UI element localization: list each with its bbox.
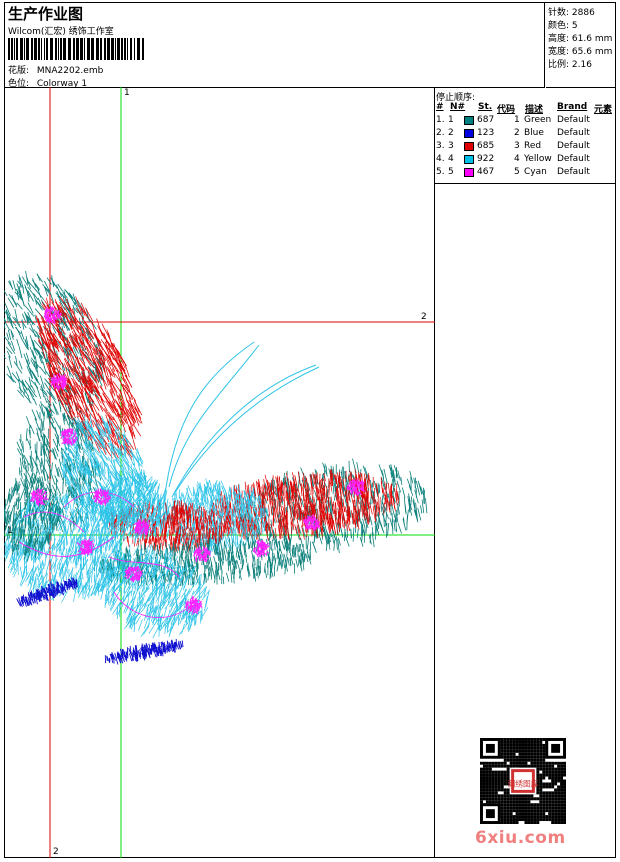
barcode-icon (8, 38, 144, 60)
row-code: 4 (514, 154, 520, 164)
col-st: St. (478, 102, 492, 112)
row-stitches: 922 (477, 154, 494, 164)
row-description: Yellow (524, 154, 552, 164)
stat-stitches: 针数: 2886 (548, 5, 595, 18)
page-title: 生产作业图 (8, 3, 83, 24)
row-stitches: 687 (477, 115, 494, 125)
col-hash: # (436, 102, 444, 112)
row-stitches: 685 (477, 141, 494, 151)
axis-label-red-bottom: 2 (53, 847, 59, 857)
col-n: N# (450, 102, 465, 112)
design-label: 花版: (8, 63, 34, 76)
row-description: Cyan (524, 167, 547, 177)
qr-code-icon: 刺绣图库 (480, 738, 566, 824)
qr-stamp-text: 刺绣图库 (508, 778, 539, 788)
stats-panel: 针数: 2886 颜色: 5 高度: 61.6 mm 宽度: 65.6 mm 比… (546, 2, 616, 88)
row-needle: 4 (448, 154, 454, 164)
row-description: Red (524, 141, 541, 151)
row-description: Blue (524, 128, 544, 138)
stat-scale: 比例: 2.16 (548, 57, 592, 70)
row-index: 2. (436, 128, 445, 138)
design-row: 花版: MNA2202.emb (8, 63, 103, 76)
row-code: 3 (514, 141, 520, 151)
row-code: 5 (514, 167, 520, 177)
stat-colors: 颜色: 5 (548, 18, 578, 31)
watermark: 6xiu.com (475, 828, 566, 848)
col-brand: Brand (557, 102, 587, 112)
row-index: 5. (436, 167, 445, 177)
design-value: MNA2202.emb (37, 66, 103, 76)
row-index: 4. (436, 154, 445, 164)
row-brand: Default (557, 167, 590, 177)
design-canvas (4, 87, 435, 858)
color-swatch (464, 142, 474, 151)
row-needle: 3 (448, 141, 454, 151)
axis-label-green-left: 1 (7, 526, 13, 536)
color-swatch (464, 116, 474, 125)
row-needle: 5 (448, 167, 454, 177)
stat-height: 高度: 61.6 mm (548, 31, 612, 44)
row-description: Green (524, 115, 551, 125)
stat-width: 宽度: 65.6 mm (548, 44, 612, 57)
stop-sequence-panel: 停止顺序: # N# St. 代码 描述 Brand 元素 1.16871Gre… (434, 88, 616, 184)
row-brand: Default (557, 154, 590, 164)
row-needle: 2 (448, 128, 454, 138)
row-needle: 1 (448, 115, 454, 125)
col-desc: 描述 (525, 102, 543, 115)
header-panel: 生产作业图 Wilcom(汇宏) 绣饰工作室 花版: MNA2202.emb 色… (4, 2, 545, 88)
col-code: 代码 (497, 102, 515, 115)
butterfly-embroidery (4, 87, 435, 858)
col-element: 元素 (594, 102, 612, 115)
row-stitches: 123 (477, 128, 494, 138)
axis-label-red-right: 2 (421, 312, 427, 322)
row-index: 3. (436, 141, 445, 151)
row-index: 1. (436, 115, 445, 125)
row-brand: Default (557, 141, 590, 151)
row-code: 2 (514, 128, 520, 138)
row-brand: Default (557, 115, 590, 125)
row-stitches: 467 (477, 167, 494, 177)
axis-label-green-top: 1 (124, 88, 130, 98)
row-code: 1 (514, 115, 520, 125)
color-swatch (464, 155, 474, 164)
color-swatch (464, 129, 474, 138)
color-swatch (464, 168, 474, 177)
company-name: Wilcom(汇宏) 绣饰工作室 (8, 24, 114, 37)
row-brand: Default (557, 128, 590, 138)
